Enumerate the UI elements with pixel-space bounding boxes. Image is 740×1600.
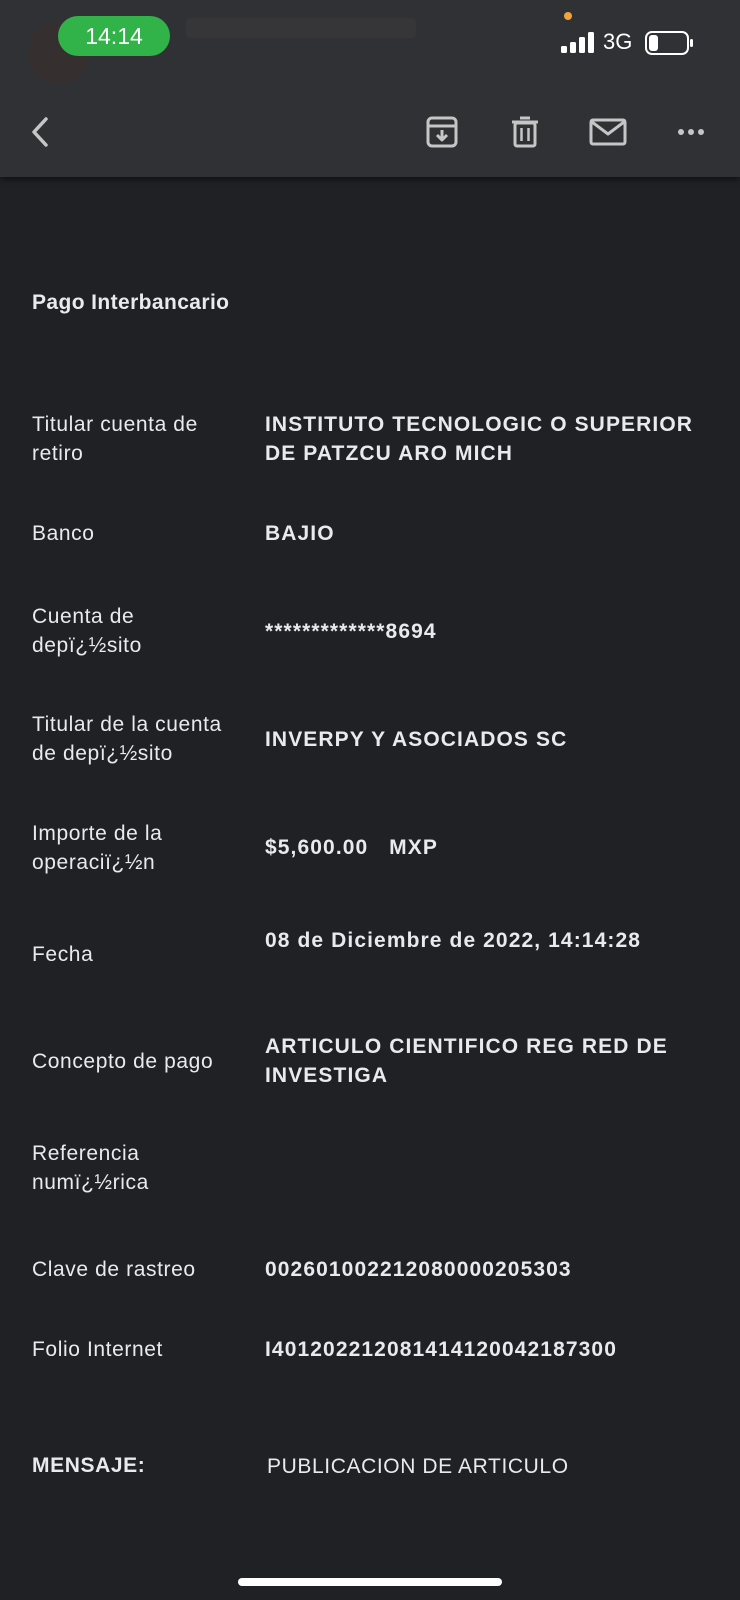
field-value-cuenta-deposito: *************8694 (265, 620, 437, 643)
field-value-banco: BAJIO (265, 522, 335, 545)
field-value-fecha: 08 de Diciembre de 2022, 14:14:28 (265, 929, 642, 952)
field-label-folio: Folio Internet (32, 1338, 163, 1361)
field-label-concepto: Concepto de pago (32, 1050, 214, 1073)
field-label-importe: Importe de la operaciï¿½n (32, 822, 163, 874)
signal-strength-icon (561, 31, 595, 53)
field-label-referencia: Referencia numï¿½rica (32, 1142, 149, 1194)
field-label-titular-deposito: Titular de la cuenta de depï¿½sito (32, 713, 222, 765)
top-app-bar: 14:14 3G (0, 0, 740, 177)
field-value-importe: $5,600.00 MXP (265, 836, 438, 859)
email-toolbar (0, 90, 740, 170)
status-time: 14:14 (58, 16, 170, 56)
field-value-concepto: ARTICULO CIENTIFICO REG RED DE INVESTIGA (265, 1035, 675, 1087)
trash-icon[interactable] (503, 110, 547, 154)
mail-icon[interactable] (586, 110, 630, 154)
field-value-titular-deposito: INVERPY Y ASOCIADOS SC (265, 728, 568, 751)
field-label-cuenta-deposito: Cuenta de depï¿½sito (32, 605, 142, 657)
message-label: MENSAJE: (32, 1454, 146, 1477)
network-type: 3G (603, 29, 633, 54)
chevron-left-icon[interactable] (18, 110, 62, 154)
status-bar: 14:14 3G (0, 0, 740, 84)
field-value-folio[interactable]: I401202212081414120042187300 (265, 1335, 725, 1364)
sender-name-faded (186, 18, 416, 38)
home-indicator[interactable] (238, 1578, 502, 1586)
more-horizontal-icon[interactable] (670, 110, 714, 154)
archive-icon[interactable] (420, 110, 464, 154)
privacy-indicator-dot (564, 12, 572, 20)
field-label-banco: Banco (32, 522, 95, 545)
email-heading: Pago Interbancario (32, 291, 230, 314)
field-label-clave-rastreo: Clave de rastreo (32, 1258, 196, 1281)
battery-icon (645, 31, 693, 55)
field-value-clave-rastreo[interactable]: 002601002212080000205303 (265, 1255, 725, 1284)
field-value-titular-retiro: INSTITUTO TECNOLOGIC O SUPERIOR DE PATZC… (265, 413, 701, 465)
field-label-fecha: Fecha (32, 943, 94, 966)
field-label-titular-retiro: Titular cuenta de retiro (32, 413, 198, 465)
message-value: PUBLICACION DE ARTICULO (267, 1455, 569, 1478)
